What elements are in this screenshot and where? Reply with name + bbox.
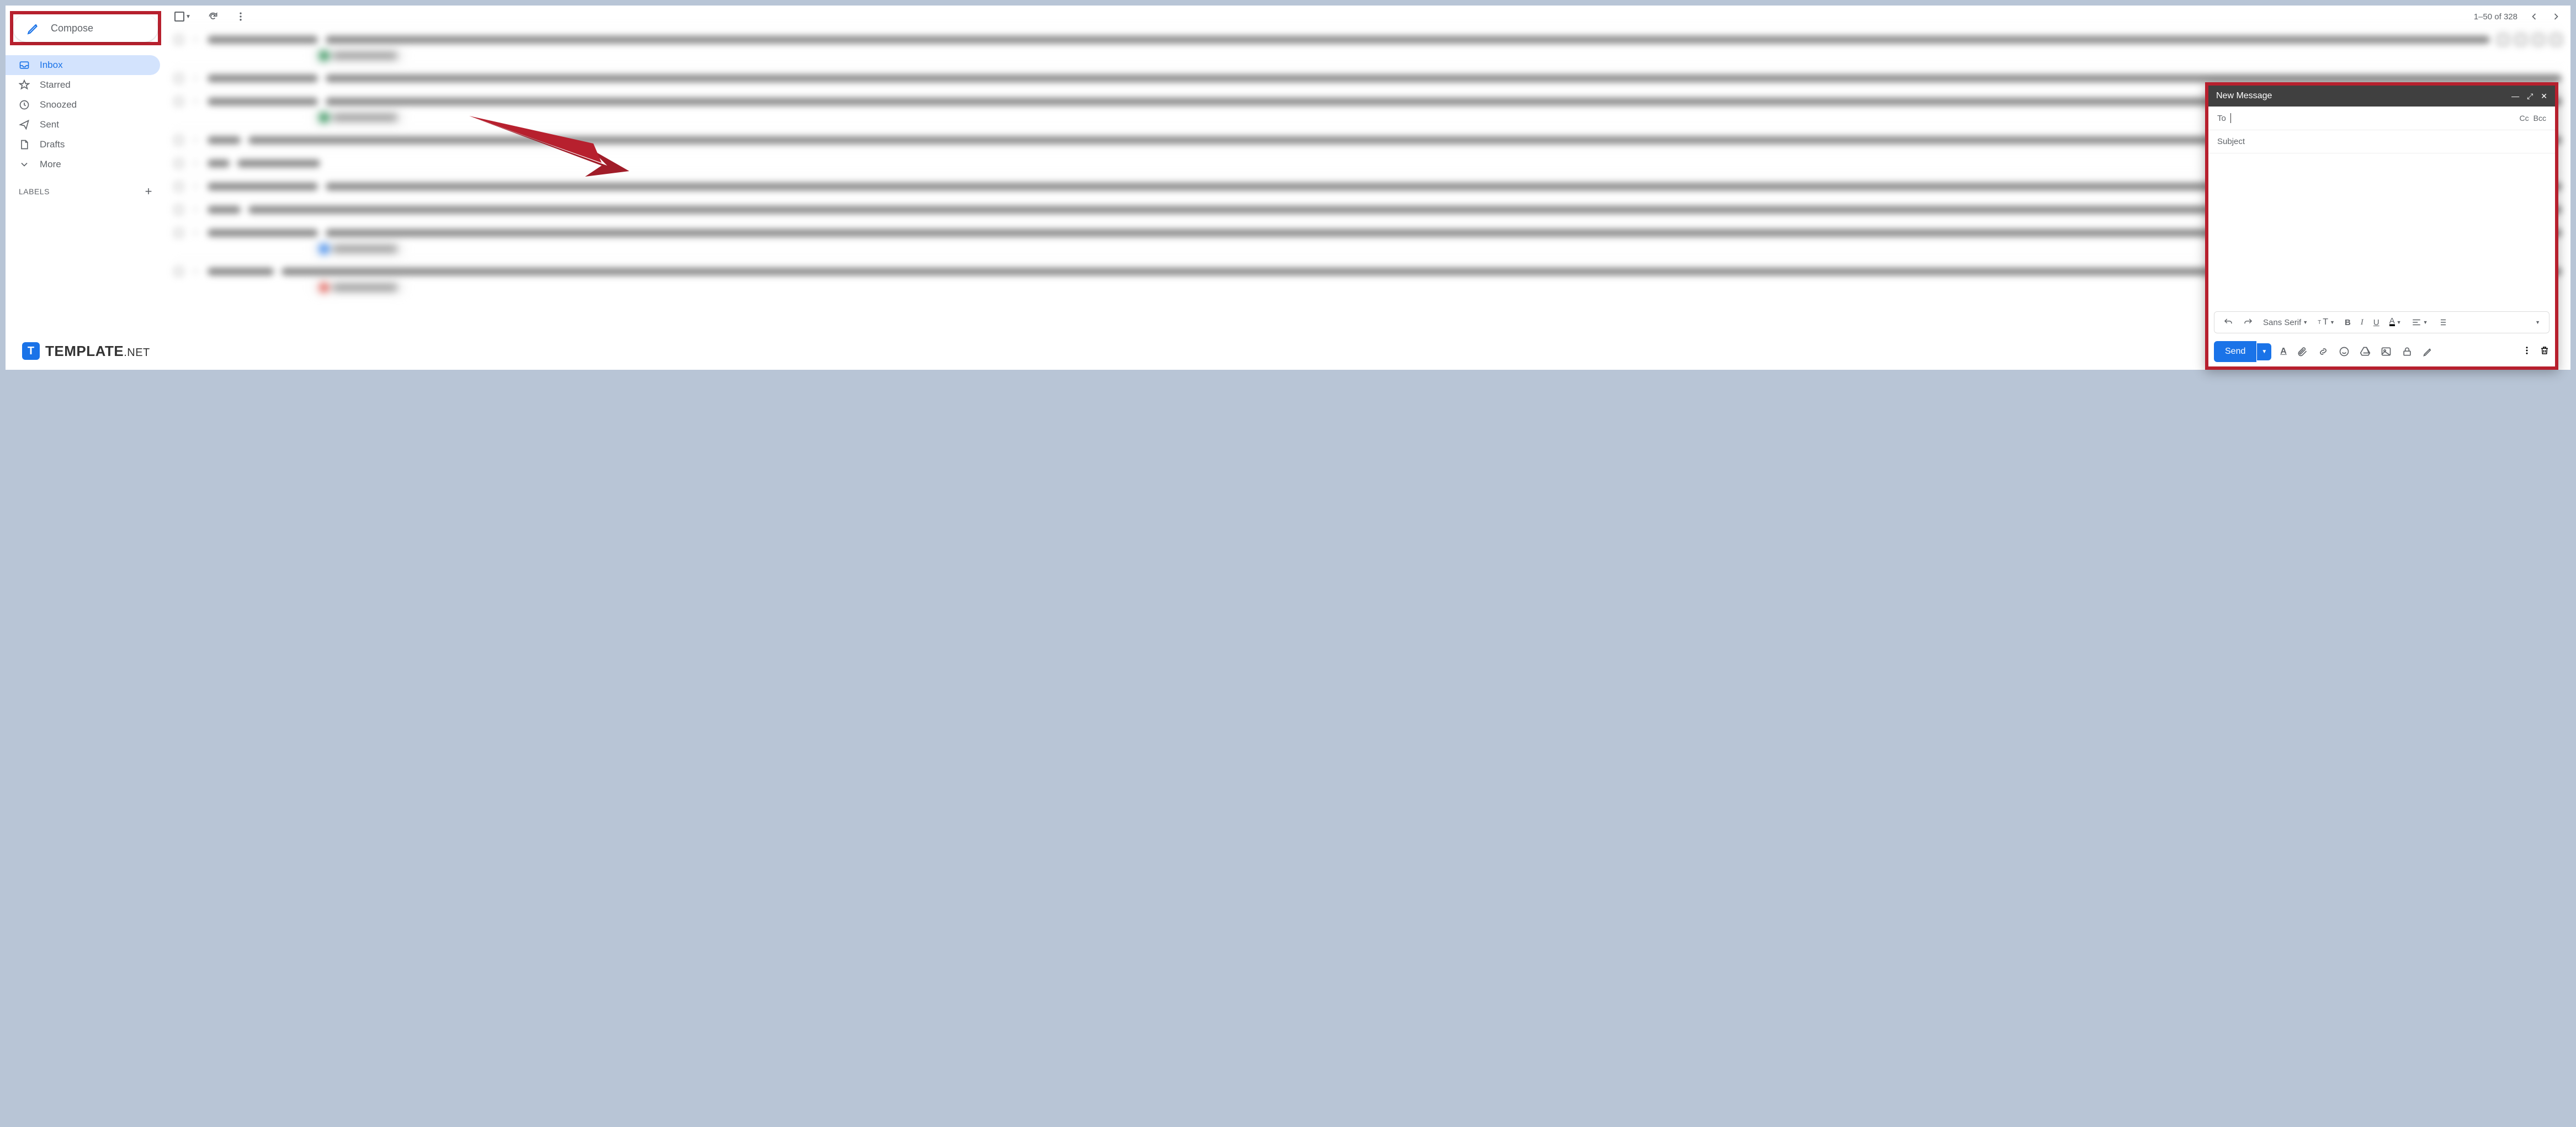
nav-starred[interactable]: Starred	[6, 75, 160, 95]
star-icon	[19, 79, 30, 91]
bold-button[interactable]: B	[2341, 316, 2354, 329]
align-button[interactable]: ▼	[2408, 315, 2431, 329]
to-label: To	[2217, 114, 2226, 123]
main-panel: ▼ 1–50 of 328 ☆ ☆ ☆ ☆ ☆ ☆ ☆ ☆	[166, 6, 2570, 370]
nav-more-label: More	[40, 159, 61, 170]
underline-button[interactable]: U	[2370, 316, 2383, 329]
email-row[interactable]: ☆	[174, 66, 2562, 89]
compose-button[interactable]: Compose	[13, 14, 158, 42]
subject-placeholder: Subject	[2217, 137, 2245, 146]
more-icon[interactable]	[235, 11, 246, 22]
discard-icon[interactable]	[2540, 345, 2550, 358]
email-row[interactable]: ☆	[174, 259, 2562, 283]
nav-starred-label: Starred	[40, 79, 71, 91]
email-row[interactable]: ☆	[174, 89, 2562, 113]
image-icon[interactable]	[2381, 346, 2392, 357]
pencil-icon	[26, 21, 41, 35]
bcc-button[interactable]: Bcc	[2533, 114, 2546, 123]
email-row[interactable]: ☆	[174, 174, 2562, 198]
clock-icon	[19, 99, 30, 110]
send-icon	[19, 119, 30, 130]
compose-bottom-bar: Send ▼ A	[2208, 337, 2555, 366]
compose-label: Compose	[51, 23, 93, 34]
minimize-icon[interactable]: —	[2511, 92, 2519, 101]
compose-title: New Message	[2216, 91, 2511, 101]
subject-field[interactable]: Subject	[2208, 130, 2555, 153]
cc-button[interactable]: Cc	[2520, 114, 2529, 123]
labels-title: LABELS	[19, 187, 50, 196]
file-icon	[19, 139, 30, 150]
nav-drafts[interactable]: Drafts	[6, 135, 160, 155]
sidebar: Compose Inbox Starred Snoozed Sent Draft…	[6, 6, 166, 370]
format-more-button[interactable]: ▼	[2532, 317, 2543, 327]
email-row[interactable]: ☆	[174, 151, 2562, 174]
font-size-button[interactable]: TT▼	[2314, 315, 2338, 329]
message-body[interactable]	[2208, 153, 2555, 308]
inbox-icon	[19, 60, 30, 71]
compose-header[interactable]: New Message — ⤢ ✕	[2208, 86, 2555, 107]
nav-sent-label: Sent	[40, 119, 59, 130]
font-label: Sans Serif	[2263, 318, 2301, 327]
refresh-icon[interactable]	[208, 11, 219, 22]
email-row[interactable]: ☆	[174, 128, 2562, 151]
send-label: Send	[2225, 347, 2245, 356]
chevron-down-icon	[19, 159, 30, 170]
email-row[interactable]: ☆	[174, 221, 2562, 244]
confidential-icon[interactable]	[2402, 346, 2413, 357]
to-field[interactable]: To Cc Bcc	[2208, 107, 2555, 130]
drive-icon[interactable]	[2360, 346, 2371, 357]
watermark: T TEMPLATE.NET	[22, 342, 150, 360]
signature-icon[interactable]	[2423, 346, 2434, 357]
text-color-button[interactable]: A▼	[2386, 316, 2405, 328]
nav-snoozed-label: Snoozed	[40, 99, 77, 110]
email-row[interactable]: ☆	[174, 28, 2562, 51]
redo-button[interactable]	[2240, 315, 2256, 329]
link-icon[interactable]	[2318, 346, 2329, 357]
nav-inbox-label: Inbox	[40, 60, 63, 71]
pagination-text: 1–50 of 328	[2474, 12, 2517, 22]
toolbar: ▼ 1–50 of 328	[166, 6, 2570, 28]
compose-window: New Message — ⤢ ✕ To Cc Bcc Subject	[2205, 82, 2558, 370]
next-page-icon[interactable]	[2551, 11, 2562, 22]
more-options-icon[interactable]	[2522, 345, 2532, 358]
formatting-toolbar: Sans Serif▼ TT▼ B I U A▼ ▼ ▼	[2214, 311, 2550, 333]
nav-snoozed[interactable]: Snoozed	[6, 95, 160, 115]
send-button[interactable]: Send	[2214, 341, 2256, 362]
attach-icon[interactable]	[2297, 346, 2308, 357]
nav-drafts-label: Drafts	[40, 139, 65, 150]
nav-inbox[interactable]: Inbox	[6, 55, 160, 75]
nav-more[interactable]: More	[6, 155, 160, 174]
format-toggle-icon[interactable]: A	[2280, 347, 2287, 357]
emoji-icon[interactable]	[2339, 346, 2350, 357]
prev-page-icon[interactable]	[2529, 11, 2540, 22]
list-button[interactable]	[2434, 315, 2451, 329]
watermark-icon: T	[22, 342, 40, 360]
labels-header: LABELS +	[6, 174, 166, 203]
watermark-text: TEMPLATE.NET	[45, 343, 150, 360]
undo-button[interactable]	[2220, 315, 2237, 329]
add-label-button[interactable]: +	[145, 184, 152, 199]
italic-button[interactable]: I	[2357, 316, 2367, 329]
compose-highlight-box: Compose	[10, 11, 161, 45]
send-options-button[interactable]: ▼	[2257, 343, 2271, 360]
email-row[interactable]: ☆	[174, 198, 2562, 221]
expand-icon[interactable]: ⤢	[2527, 92, 2533, 101]
select-all-checkbox[interactable]: ▼	[174, 12, 191, 22]
close-icon[interactable]: ✕	[2541, 92, 2547, 101]
nav-sent[interactable]: Sent	[6, 115, 160, 135]
font-select[interactable]: Sans Serif▼	[2260, 316, 2311, 329]
